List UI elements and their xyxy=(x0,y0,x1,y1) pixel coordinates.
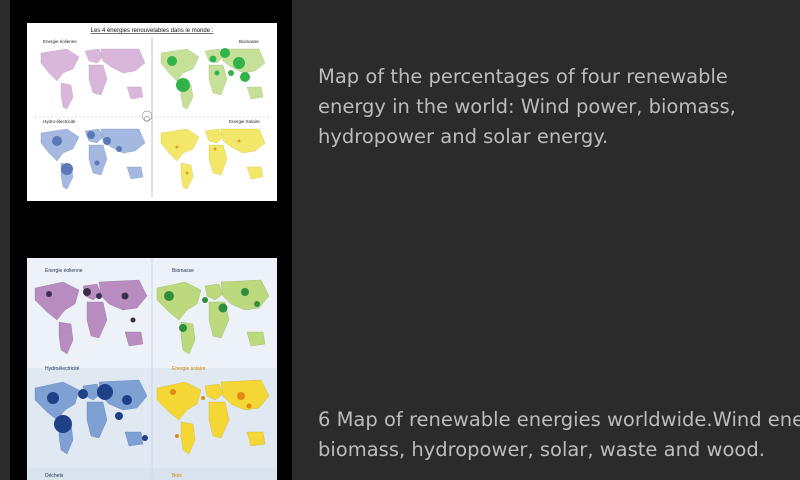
map2-panel-wind-label: Energie éolienne xyxy=(45,268,83,274)
map2-panel-hydro-label: Hydroélectricité xyxy=(45,366,80,372)
map2-panel-solar-label: Energie solaire xyxy=(172,366,206,372)
caption-1[interactable]: Map of the percentages of four renewable… xyxy=(318,62,800,152)
caption-2-line-2: biomass, hydropower, solar, waste and wo… xyxy=(318,438,765,461)
map2-panel-waste-label: Déchets xyxy=(45,473,64,479)
renewable-map-thumbnail-2[interactable]: Energie éolienne Biomasse Hydroélectrici… xyxy=(27,258,277,480)
caption-2[interactable]: 6 Map of renewable energies worldwide.Wi… xyxy=(318,405,800,465)
map2-panel-biomass-label: Biomasse xyxy=(172,268,194,274)
map1-panel-biomass-label: Biomasse xyxy=(239,39,259,44)
map1-panel-solar-label: Energie Solaire xyxy=(229,119,260,124)
map1-panel-wind-label: Energie éolienne xyxy=(43,39,77,44)
map1-title: Les 4 énergies renouvelables dans le mon… xyxy=(91,28,214,34)
left-margin xyxy=(0,0,10,480)
map2-panel-wood-label: Bois xyxy=(172,473,182,479)
renewable-map-thumbnail-1[interactable]: Les 4 énergies renouvelables dans le mon… xyxy=(27,23,277,201)
map1-panel-hydro-label: Hydro-électricité xyxy=(43,119,76,124)
caption-2-line-1: 6 Map of renewable energies worldwide.Wi… xyxy=(318,408,800,431)
map-image-2: Energie éolienne Biomasse Hydroélectrici… xyxy=(27,258,277,480)
map-image-1: Les 4 énergies renouvelables dans le mon… xyxy=(27,23,277,201)
